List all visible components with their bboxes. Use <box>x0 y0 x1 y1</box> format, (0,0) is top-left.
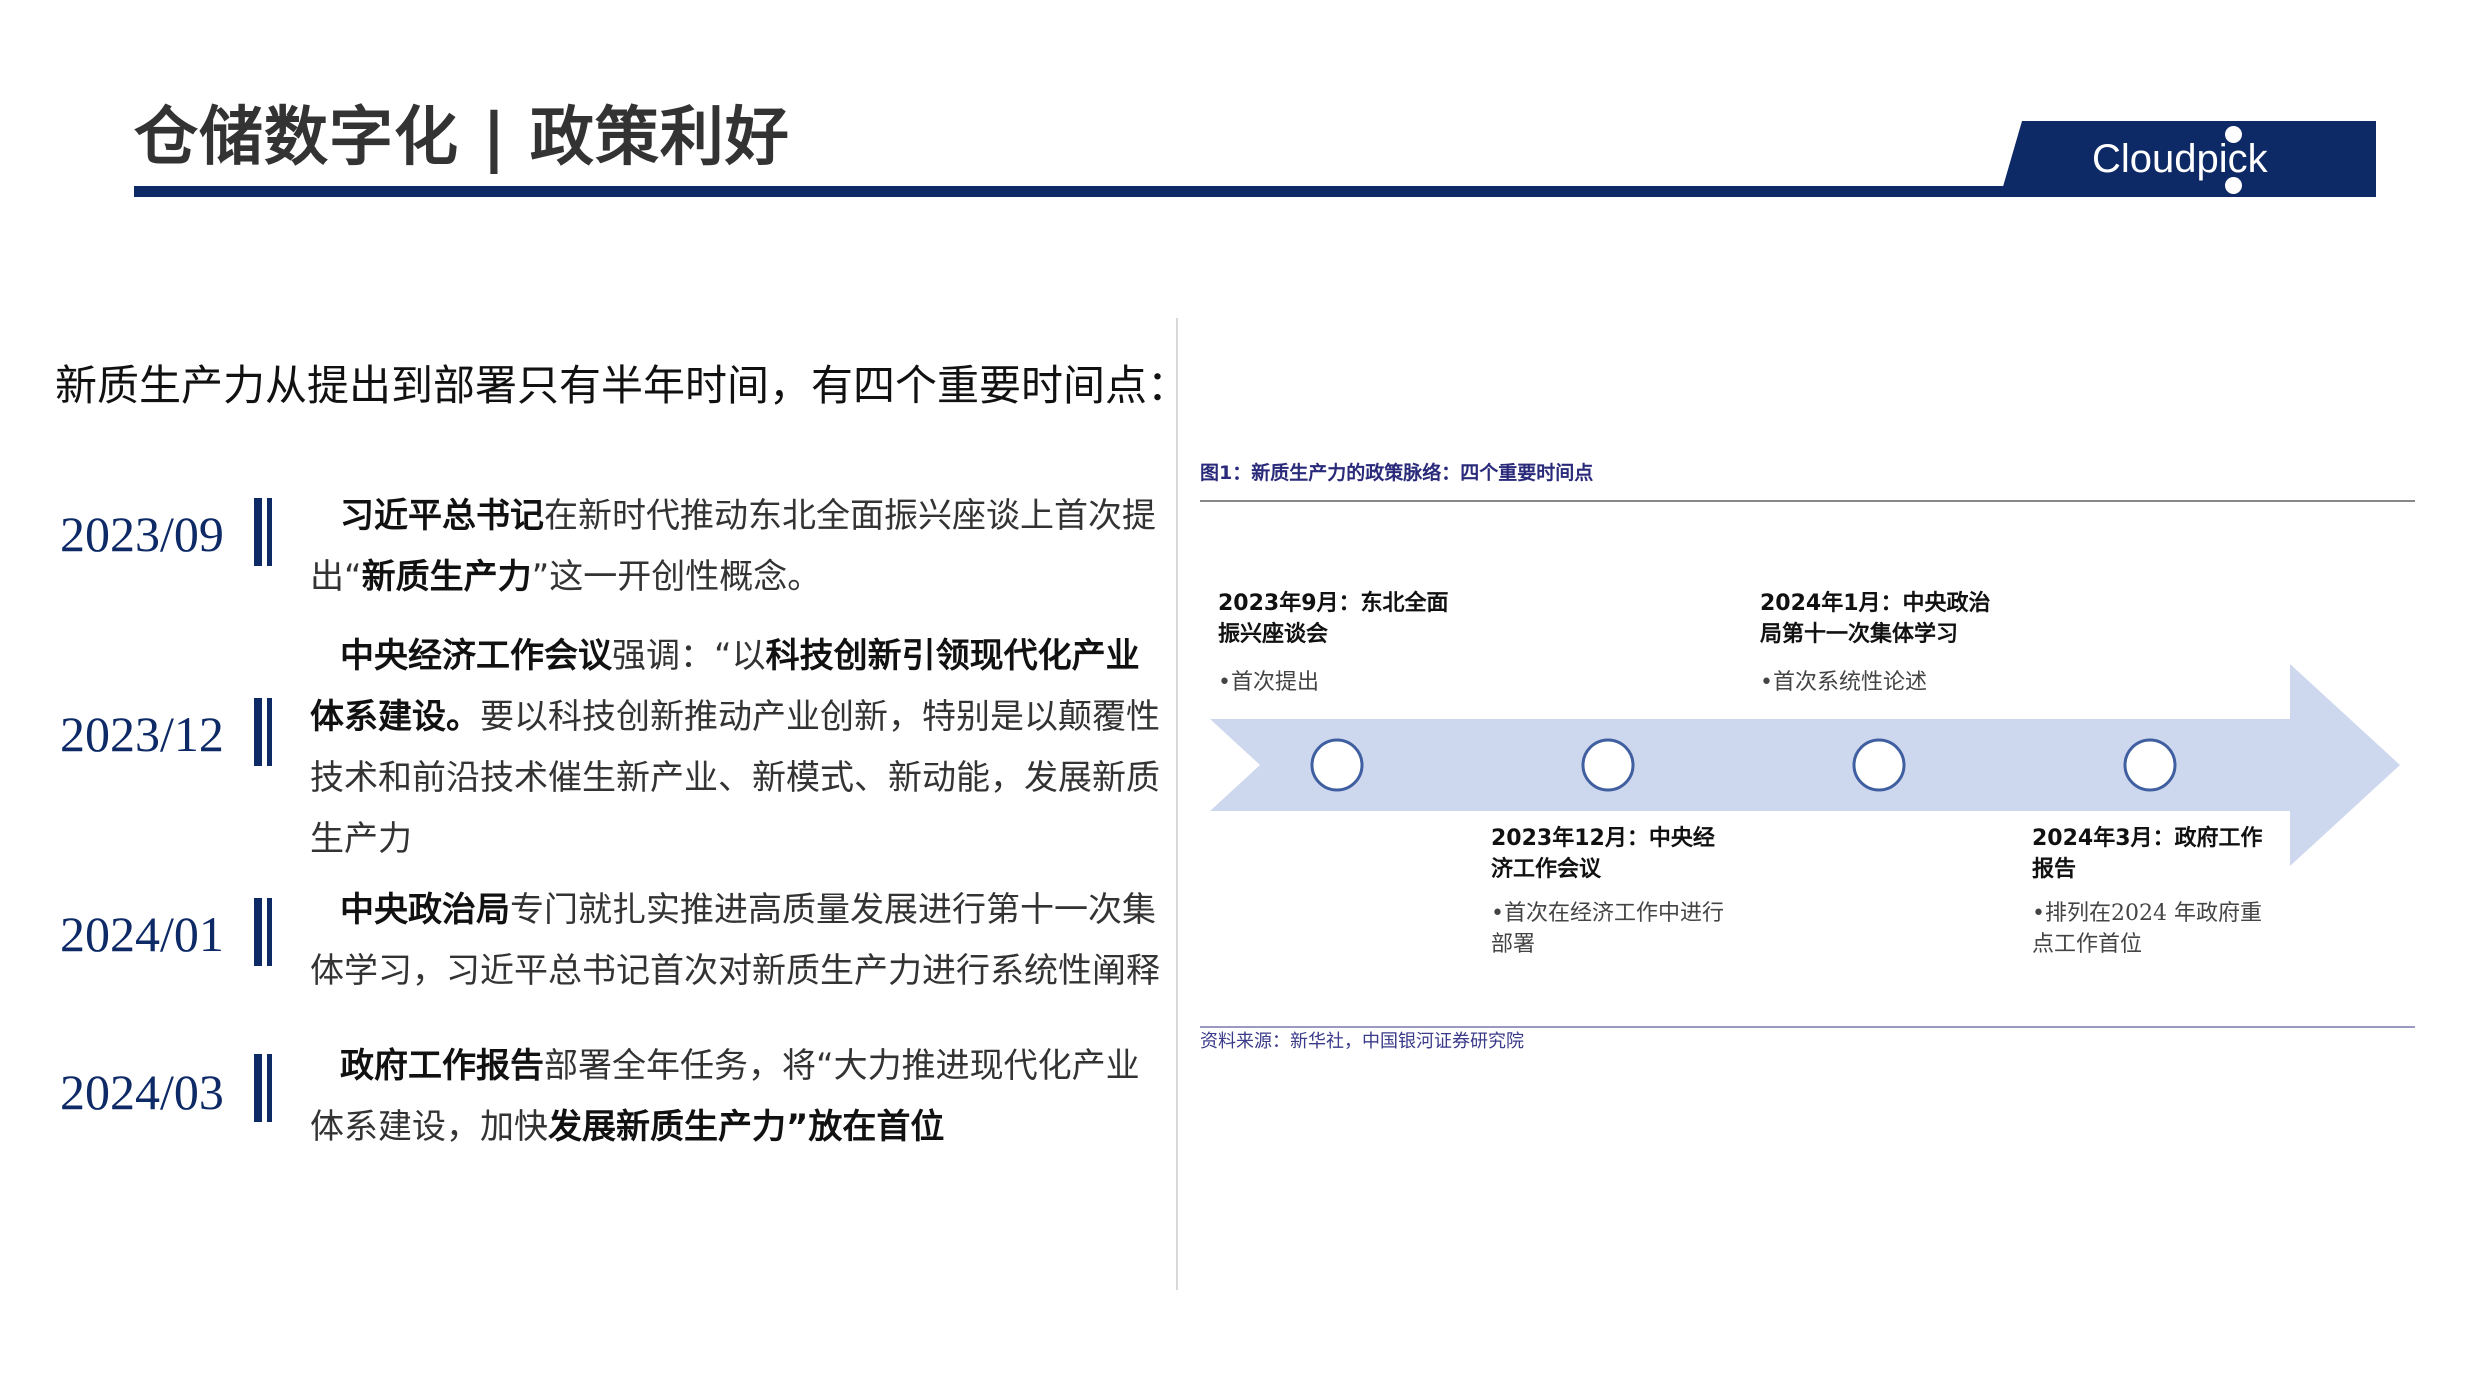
body-text: ”这一开创性概念。 <box>531 557 822 597</box>
intro-text: 新质生产力从提出到部署只有半年时间，有四个重要时间点： <box>55 361 1190 410</box>
timeline-node <box>1310 738 1364 792</box>
timeline-event-title: 2023年9月：东北全面振兴座谈会 <box>1218 591 1449 647</box>
timeline-event-desc: •首次在经济工作中进行部署 <box>1491 901 1724 957</box>
highlight-text: 政府工作报告 <box>340 1046 544 1086</box>
timeline-event-title: 2024年3月：政府工作报告 <box>2032 826 2263 882</box>
timeline-event-desc: •排列在2024 年政府重点工作首位 <box>2032 901 2262 957</box>
figure-source: 资料来源：新华社，中国银河证券研究院 <box>1200 1031 1524 1052</box>
timeline-paragraph: 中央政治局专门就扎实推进高质量发展进行第十一次集体学习，习近平总书记首次对新质生… <box>310 880 1172 1002</box>
highlight-text: 中央政治局 <box>340 890 510 930</box>
highlight-text: 新质生产力 <box>361 557 532 597</box>
date-label: 2023/12 <box>60 706 224 762</box>
logo-dot-bottom <box>2225 177 2242 194</box>
date-label: 2024/03 <box>60 1064 224 1120</box>
timeline-node <box>2123 738 2177 792</box>
timeline-paragraph: 中央经济工作会议强调：“以科技创新引领现代化产业体系建设。要以科技创新推动产业创… <box>310 626 1172 870</box>
timeline-node <box>1581 738 1635 792</box>
date-marker-bar <box>254 498 274 566</box>
date-marker-bar <box>254 698 274 766</box>
highlight-text: 中央经济工作会议 <box>340 636 612 676</box>
timeline-event-title: 2023年12月：中央经济工作会议 <box>1491 826 1715 882</box>
timeline-event-desc: •首次系统性论述 <box>1760 670 1927 695</box>
highlight-text: 发展新质生产力”放在首位 <box>548 1107 945 1147</box>
figure-rule-top <box>1200 500 2415 502</box>
date-label: 2024/01 <box>60 906 224 962</box>
figure-title: 图1：新质生产力的政策脉络：四个重要时间点 <box>1200 462 1594 484</box>
timeline-event-desc: •首次提出 <box>1218 670 1319 695</box>
cloudpick-logo: Cloudpick <box>2092 137 2268 181</box>
logo-dot-top <box>2225 126 2242 143</box>
date-marker-bar <box>254 1054 274 1122</box>
timeline-node <box>1852 738 1906 792</box>
timeline-event-title: 2024年1月：中央政治局第十一次集体学习 <box>1760 591 1991 647</box>
highlight-text: 习近平总书记 <box>340 496 544 536</box>
body-text: 强调：“以 <box>612 636 766 676</box>
date-label: 2023/09 <box>60 506 224 562</box>
column-divider <box>1176 318 1178 1290</box>
timeline-paragraph: 习近平总书记在新时代推动东北全面振兴座谈上首次提出“新质生产力”这一开创性概念。 <box>310 486 1172 608</box>
date-marker-bar <box>254 898 274 966</box>
page-title: 仓储数字化 | 政策利好 <box>134 101 790 175</box>
timeline-paragraph: 政府工作报告部署全年任务，将“大力推进现代化产业体系建设，加快发展新质生产力”放… <box>310 1036 1172 1158</box>
